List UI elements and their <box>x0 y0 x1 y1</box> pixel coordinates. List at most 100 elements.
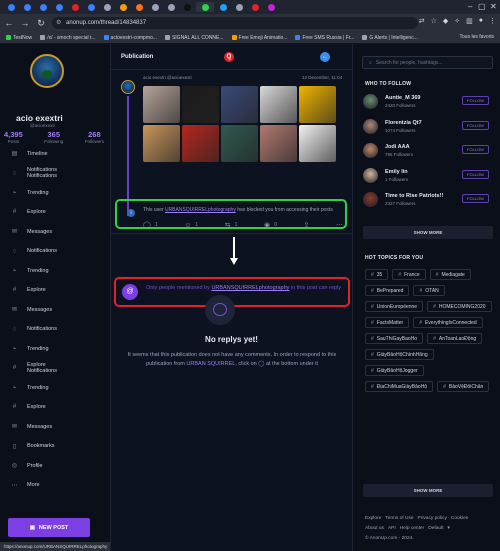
browser-tab[interactable] <box>20 2 34 12</box>
footer-link[interactable]: About us <box>365 526 384 531</box>
hot-topic-chip[interactable]: # EverythingIsConnected <box>413 317 483 328</box>
footer-link[interactable]: API <box>388 526 396 531</box>
hot-topic-chip[interactable]: # OTAN <box>413 285 445 296</box>
user-name[interactable]: Emily lin <box>385 169 408 175</box>
follow-button[interactable]: FOLLOW <box>462 145 489 154</box>
footer-link[interactable]: Cookies <box>451 516 468 521</box>
post-author-avatar[interactable] <box>121 80 135 94</box>
browser-tab[interactable] <box>164 2 178 12</box>
browser-tab[interactable] <box>248 2 262 12</box>
follow-button[interactable]: FOLLOW <box>462 169 489 179</box>
browser-tab[interactable] <box>84 2 98 12</box>
sidebar-item-bookmarks[interactable]: ▯ Bookmarks <box>0 437 110 457</box>
hot-topic-chip[interactable]: # BePrepared <box>365 285 410 296</box>
bookmark-item[interactable]: Free SMS Russia | Fr... <box>295 35 354 41</box>
hot-topic-chip[interactable]: # FactsMatter <box>365 317 410 328</box>
sidebar-item-trending[interactable]: ⌁ Trending <box>0 339 110 359</box>
theme-select[interactable]: Default <box>428 526 443 531</box>
browser-tab[interactable] <box>180 2 194 12</box>
user-name[interactable]: Jodi AAA <box>385 144 410 150</box>
sidebar-item-messages[interactable]: ✉ Messages <box>0 222 110 242</box>
hot-topic-chip[interactable]: # GiàyBảoHộChínhHãng <box>365 349 434 360</box>
browser-tab[interactable] <box>116 2 130 12</box>
sidebar-item-trending[interactable]: ⌁ Trending <box>0 378 110 398</box>
browser-tab[interactable] <box>148 2 162 12</box>
hot-topic-chip[interactable]: # AnToanLaoĐộng <box>427 333 483 344</box>
sidebar-item-notifications[interactable]: ♢ Notifications Notifications <box>0 164 110 184</box>
back-icon[interactable]: ← <box>4 18 14 28</box>
user-name[interactable]: Florentzia Qt7 <box>385 120 422 126</box>
anonup-logo-icon[interactable]: Q <box>224 52 234 62</box>
user-avatar[interactable] <box>363 94 378 109</box>
browser-tab[interactable] <box>52 2 66 12</box>
user-avatar[interactable] <box>363 143 378 158</box>
hot-topic-chip[interactable]: # SauThiGayBaoHo <box>365 333 424 344</box>
post-image-thumbnail[interactable] <box>143 125 180 162</box>
browser-tab[interactable] <box>4 2 18 12</box>
bookmark-item[interactable]: actoexstri-compmo... <box>103 35 157 41</box>
bookmark-item[interactable]: SIGNAL ALL CONNE... <box>164 35 224 41</box>
user-avatar[interactable] <box>363 167 378 183</box>
sidepanel-icon[interactable]: ▥ <box>466 17 473 25</box>
sidebar-item-explore[interactable]: # Explore <box>0 281 110 301</box>
extension-icon[interactable]: ◆ <box>443 17 448 25</box>
maximize-icon[interactable]: ▢ <box>478 2 486 11</box>
browser-tab[interactable] <box>100 2 114 12</box>
profile-icon[interactable]: ● <box>479 17 483 25</box>
follow-button[interactable]: FOLLOW <box>462 120 489 130</box>
sidebar-item-explore[interactable]: # Explore <box>0 398 110 418</box>
footer-link[interactable]: Help center <box>400 526 425 531</box>
browser-tab[interactable] <box>216 2 230 12</box>
browser-tab[interactable] <box>232 2 246 12</box>
browser-tab[interactable] <box>36 2 50 12</box>
show-more-topics-button[interactable]: SHOW MORE <box>363 484 493 497</box>
sidebar-item-more[interactable]: ⋯ More <box>0 476 110 496</box>
address-bar[interactable]: ⚙ anonup.com/thread/14834837 <box>52 17 418 29</box>
sidebar-item-messages[interactable]: ✉ Messages <box>0 417 110 437</box>
bookmark-item[interactable]: G Alerts | Intelligenc... <box>362 35 418 41</box>
close-window-icon[interactable]: ✕ <box>490 2 497 11</box>
footer-link[interactable]: Terms of Use <box>385 516 413 521</box>
post-image-thumbnail[interactable] <box>260 125 297 162</box>
browser-tab[interactable] <box>196 2 214 12</box>
sidebar-item-explore[interactable]: # Explore <box>0 203 110 223</box>
sidebar-item-trending[interactable]: ⌁ Trending <box>0 183 110 203</box>
browser-menu-icon[interactable]: ⋮ <box>489 17 496 25</box>
post-image-thumbnail[interactable] <box>260 86 297 123</box>
post-image-thumbnail[interactable] <box>299 86 336 123</box>
forward-icon[interactable]: → <box>20 18 30 28</box>
user-avatar[interactable] <box>363 192 378 207</box>
sidebar-item-explore[interactable]: # Explore Notifications <box>0 359 110 379</box>
post-image-thumbnail[interactable] <box>221 125 258 162</box>
bookmark-item[interactable]: TestNow <box>6 35 32 41</box>
hot-topic-chip[interactable]: # HOMECOMING2020 <box>427 301 492 312</box>
footer-link[interactable]: Privacy policy <box>418 516 447 521</box>
hot-topic-chip[interactable]: # UnionEuropéenne <box>365 301 424 312</box>
browser-tab[interactable] <box>132 2 146 12</box>
blocked-user-link[interactable]: URBANSQUIRRELphotography <box>165 207 236 213</box>
post-image-thumbnail[interactable] <box>182 86 219 123</box>
follow-button[interactable]: FOLLOW <box>462 96 489 105</box>
site-info-icon[interactable]: ⚙ <box>56 19 61 26</box>
reply-user-link[interactable]: URBANSQUIRRELphotography <box>211 285 289 291</box>
sidebar-item-notifications[interactable]: ♢ Notifications <box>0 320 110 340</box>
bookmark-star-icon[interactable]: ☆ <box>431 17 437 25</box>
hot-topic-chip[interactable]: #35 <box>365 269 389 280</box>
extensions-puzzle-icon[interactable]: ✧ <box>454 17 460 25</box>
hot-topic-chip[interactable]: # France <box>392 269 426 280</box>
post-image-thumbnail[interactable] <box>182 125 219 162</box>
all-bookmarks[interactable]: Tous les favoris <box>460 34 494 40</box>
translate-icon[interactable]: ⇄ <box>419 17 425 25</box>
reload-icon[interactable]: ↻ <box>36 18 46 29</box>
search-input[interactable]: ⌕ Search for people, hashtags... <box>362 56 493 69</box>
follow-button[interactable]: FOLLOW <box>462 194 489 203</box>
sidebar-item-messages[interactable]: ✉ Messages <box>0 300 110 320</box>
user-name[interactable]: Time to Rise Patriots!! <box>385 193 443 199</box>
profile-stat[interactable]: 4,395 Posts <box>4 130 23 144</box>
bookmark-item[interactable]: /x/ - smoch special t... <box>40 35 96 41</box>
empty-user-link[interactable]: URBAN SQUIRREL <box>186 361 235 367</box>
sidebar-item-notifications[interactable]: ♢ Notifications <box>0 242 110 262</box>
post-author[interactable]: acio exextri @acioexexti <box>143 75 192 80</box>
hot-topic-chip[interactable]: # Mediagate <box>429 269 471 280</box>
profile-avatar[interactable] <box>30 54 64 88</box>
